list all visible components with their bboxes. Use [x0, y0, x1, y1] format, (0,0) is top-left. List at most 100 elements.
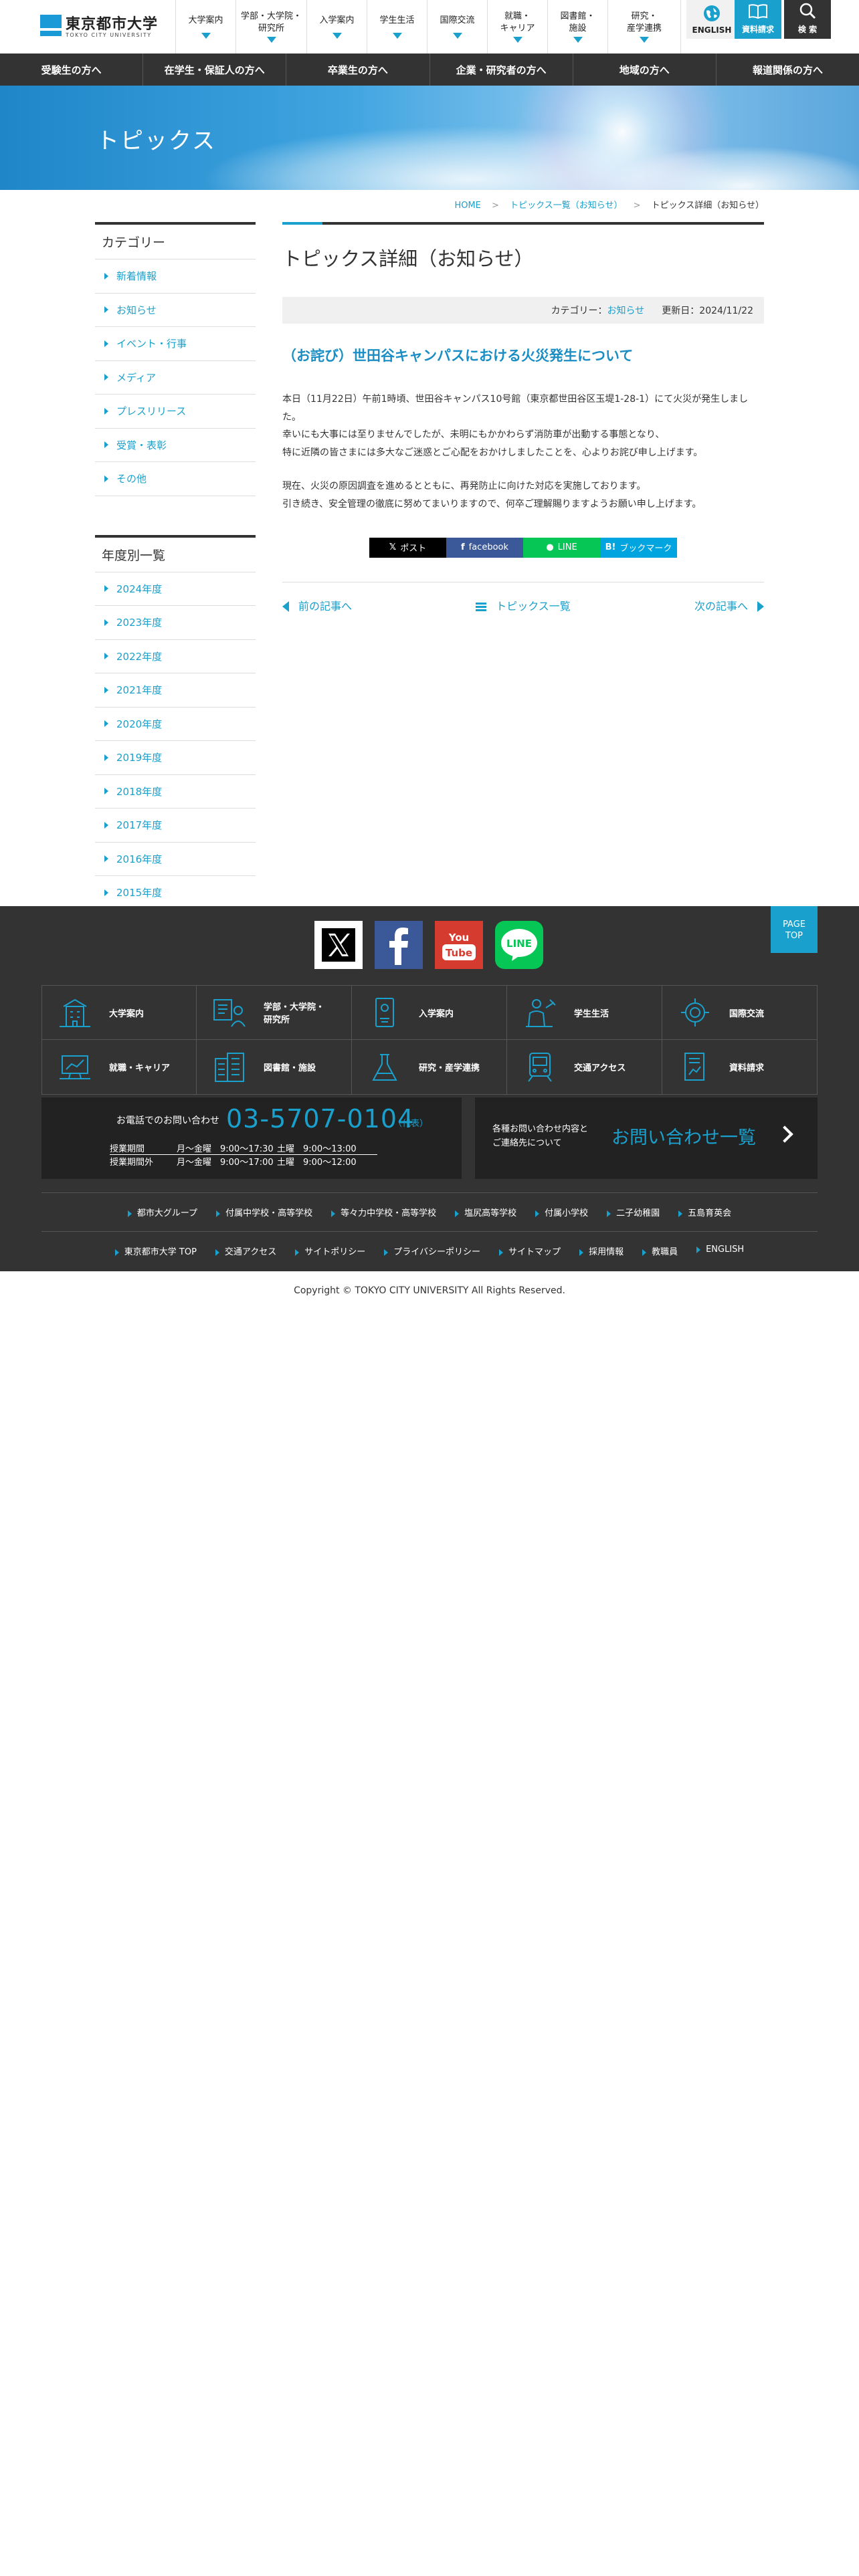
university-logo[interactable]: 東京都市大学 TOKYO CITY UNIVERSITY — [40, 12, 174, 43]
footer-link-international[interactable]: 国際交流 — [662, 985, 818, 1040]
audience-alumni[interactable]: 卒業生の方へ — [286, 53, 430, 86]
breadcrumb-topics-list[interactable]: トピックス一覧（お知らせ） — [510, 201, 622, 211]
search-icon — [799, 3, 816, 19]
sidebar-item-news[interactable]: お知らせ — [95, 294, 256, 327]
caret-right-icon — [696, 1246, 701, 1253]
group-link[interactable]: 付属中学校・高等学校 — [216, 1206, 312, 1218]
caret-right-icon — [104, 340, 108, 347]
nav-international[interactable]: 国際交流 — [427, 0, 487, 53]
group-link[interactable]: 付属小学校 — [535, 1206, 588, 1218]
share-label: ポスト — [400, 544, 427, 554]
site-link[interactable]: 教職員 — [642, 1245, 678, 1257]
footer-link-research[interactable]: 研究・産学連携 — [352, 1040, 507, 1095]
sidebar-item-year[interactable]: 2023年度 — [95, 606, 256, 640]
share-x-button[interactable]: 𝕏 ポスト — [369, 537, 446, 558]
audience-press[interactable]: 報道関係の方へ — [717, 53, 859, 86]
nav-admission[interactable]: 入学案内 — [306, 0, 367, 53]
nav-student-life[interactable]: 学生生活 — [367, 0, 427, 53]
topics-list-link[interactable]: トピックス一覧 — [476, 597, 571, 613]
sidebar-item-new[interactable]: 新着情報 — [95, 259, 256, 294]
english-button[interactable]: ENGLISH — [686, 0, 737, 39]
line-link[interactable]: LINE — [495, 921, 543, 969]
footer-link-library[interactable]: 図書館・施設 — [197, 1040, 352, 1095]
nav-library[interactable]: 図書館・ 施設 — [547, 0, 607, 53]
caret-right-icon — [104, 272, 108, 280]
library-icon — [215, 1052, 244, 1082]
site-link[interactable]: 交通アクセス — [215, 1245, 276, 1257]
sidebar-item-year[interactable]: 2018年度 — [95, 775, 256, 809]
share-hatena-button[interactable]: B! ブックマーク — [600, 537, 677, 558]
facebook-icon — [389, 928, 408, 965]
site-link[interactable]: プライバシーポリシー — [384, 1245, 480, 1257]
sidebar-item-other[interactable]: その他 — [95, 462, 256, 496]
sidebar-item-year[interactable]: 2019年度 — [95, 741, 256, 775]
sidebar-item-label: メディア — [116, 371, 156, 384]
article-paragraph: 現在、火災の原因調査を進めるとともに、再発防止に向けた対応を実施しております。 … — [282, 477, 764, 513]
footer-divider — [41, 1192, 818, 1193]
caret-right-icon — [215, 1249, 219, 1256]
group-link[interactable]: 五島育英会 — [678, 1206, 731, 1218]
nav-faculties[interactable]: 学部・大学院・ 研究所 — [235, 0, 306, 53]
footer-link-admission[interactable]: 入学案内 — [352, 985, 507, 1040]
site-link[interactable]: ENGLISH — [696, 1245, 744, 1257]
share-facebook-button[interactable]: f facebook — [446, 537, 523, 558]
footer-link-access[interactable]: 交通アクセス — [507, 1040, 662, 1095]
text-line: 各種お問い合わせ内容と — [492, 1124, 589, 1134]
category-link[interactable]: お知らせ — [607, 304, 645, 317]
nav-about[interactable]: 大学案内 — [175, 0, 235, 53]
inquiry-title: お問い合わせ一覧 — [611, 1128, 756, 1148]
youtube-link[interactable]: You Tube — [435, 921, 483, 969]
footer-link-about[interactable]: 大学案内 — [41, 985, 197, 1040]
site-link[interactable]: 採用情報 — [579, 1245, 624, 1257]
group-link[interactable]: 等々力中学校・高等学校 — [331, 1206, 436, 1218]
svg-text:You: You — [448, 932, 469, 944]
caret-right-icon — [104, 720, 108, 728]
site-link[interactable]: 東京都市大学 TOP — [114, 1245, 197, 1257]
facebook-link[interactable] — [375, 921, 423, 969]
link-label: 塩尻高等学校 — [464, 1208, 517, 1218]
prev-article-link[interactable]: 前の記事へ — [282, 597, 352, 613]
sidebar-item-media[interactable]: メディア — [95, 361, 256, 395]
link-label: 付属小学校 — [545, 1208, 589, 1218]
sidebar-item-year[interactable]: 2020年度 — [95, 708, 256, 741]
sidebar-item-year[interactable]: 2016年度 — [95, 843, 256, 876]
share-line-button[interactable]: ● LINE — [523, 537, 600, 558]
inquiry-list-button[interactable]: 各種お問い合わせ内容と ご連絡先について お問い合わせ一覧 — [475, 1097, 818, 1179]
page-title: トピックス詳細（お知らせ） — [282, 247, 534, 270]
footer-link-career[interactable]: 就職・キャリア — [41, 1040, 197, 1095]
request-materials-button[interactable]: 資料請求 — [735, 0, 781, 39]
site-link[interactable]: サイトポリシー — [295, 1245, 365, 1257]
sidebar-item-press[interactable]: プレスリリース — [95, 395, 256, 429]
footer-link-student-life[interactable]: 学生生活 — [507, 985, 662, 1040]
sidebar-item-year[interactable]: 2024年度 — [95, 572, 256, 606]
breadcrumb-home[interactable]: HOME — [454, 201, 480, 211]
sidebar-item-events[interactable]: イベント・行事 — [95, 327, 256, 361]
site-link[interactable]: サイトマップ — [499, 1245, 561, 1257]
group-link[interactable]: 都市大グループ — [127, 1206, 197, 1218]
nav-research[interactable]: 研究・ 産学連携 — [607, 0, 681, 53]
sidebar-item-year[interactable]: 2015年度 — [95, 876, 256, 910]
audience-applicants[interactable]: 受験生の方へ — [0, 53, 144, 86]
sidebar-item-year[interactable]: 2021年度 — [95, 673, 256, 708]
page-top-button[interactable]: PAGE TOP — [771, 906, 818, 953]
audience-students-guardians[interactable]: 在学生・保証人の方へ — [143, 53, 287, 86]
faculty-icon — [213, 999, 246, 1027]
caret-right-icon — [384, 1249, 389, 1256]
nav-label: 就職・ — [504, 11, 531, 21]
audience-local-community[interactable]: 地域の方へ — [573, 53, 717, 86]
sidebar-item-year[interactable]: 2017年度 — [95, 809, 256, 843]
sidebar-item-year[interactable]: 2022年度 — [95, 640, 256, 673]
group-link[interactable]: 二子幼稚園 — [607, 1206, 660, 1218]
audience-companies-researchers[interactable]: 企業・研究者の方へ — [430, 53, 573, 86]
footer-link-faculties[interactable]: 学部・大学院・ 研究所 — [197, 985, 352, 1040]
search-button[interactable]: 検 索 — [784, 0, 831, 39]
group-link[interactable]: 塩尻高等学校 — [455, 1206, 516, 1218]
sidebar-item-awards[interactable]: 受賞・表彰 — [95, 429, 256, 462]
footer-link-request[interactable]: 資料請求 — [662, 1040, 818, 1095]
phone-number[interactable]: 03-5707-0104 — [226, 1104, 414, 1134]
page-top-label: PAGE — [783, 920, 805, 930]
site-header: 東京都市大学 TOKYO CITY UNIVERSITY 大学案内 学部・大学院… — [0, 0, 859, 53]
nav-career[interactable]: 就職・ キャリア — [487, 0, 547, 53]
x-link[interactable] — [314, 921, 363, 969]
next-article-link[interactable]: 次の記事へ — [694, 597, 764, 613]
